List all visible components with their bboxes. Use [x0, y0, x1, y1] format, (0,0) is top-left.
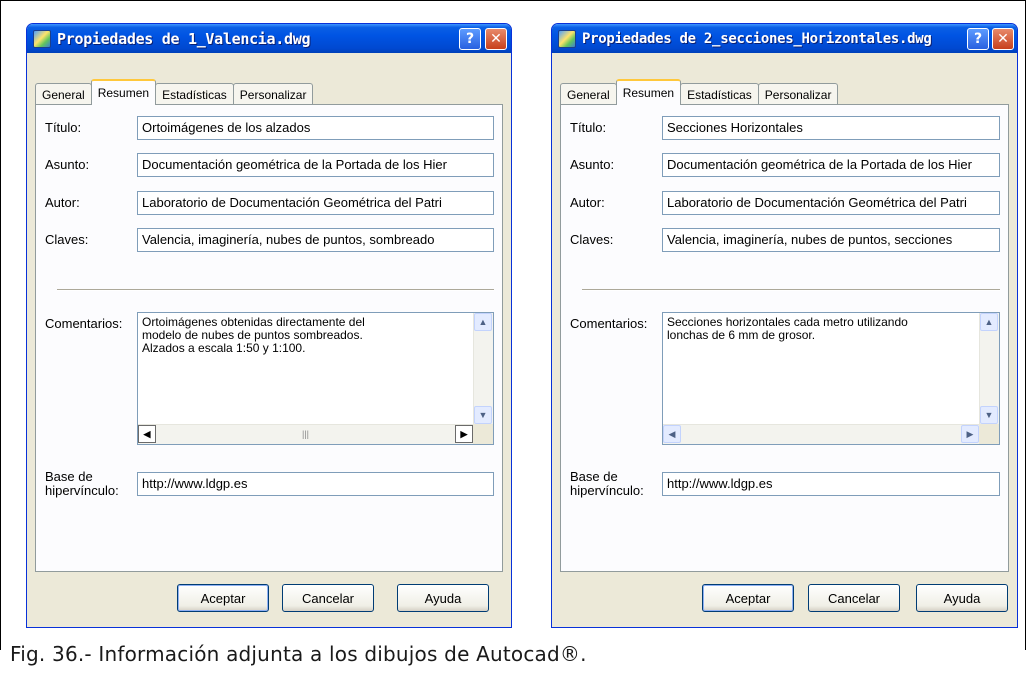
author-label: Autor:	[45, 195, 80, 210]
scroll-up-icon[interactable]: ▲	[474, 313, 492, 331]
tab-estadisticas[interactable]: Estadísticas	[155, 83, 234, 105]
tab-resumen[interactable]: Resumen	[615, 79, 682, 105]
hyperlink-base-label: Base de hipervínculo:	[45, 469, 119, 498]
keywords-field[interactable]: Valencia, imaginería, nubes de puntos, s…	[662, 228, 1000, 252]
figure-caption: Fig. 36.- Información adjunta a los dibu…	[10, 642, 587, 666]
help-icon[interactable]: ?	[459, 28, 481, 50]
comments-textarea[interactable]: Secciones horizontales cada metro utiliz…	[662, 312, 1000, 445]
tab-general[interactable]: General	[560, 83, 617, 105]
scroll-corner	[473, 424, 493, 444]
resumen-panel: Título: Secciones Horizontales Asunto: D…	[560, 104, 1009, 572]
subject-field[interactable]: Documentación geométrica de la Portada d…	[662, 153, 1000, 177]
help-button[interactable]: Ayuda	[916, 584, 1008, 612]
keywords-label: Claves:	[45, 232, 89, 247]
properties-dialog-1: Propiedades de 1_Valencia.dwg ? ✕ Genera…	[26, 23, 512, 628]
author-field[interactable]: Laboratorio de Documentación Geométrica …	[662, 191, 1000, 215]
hyperlink-base-label: Base de hipervínculo:	[570, 469, 644, 498]
subject-label: Asunto:	[570, 157, 615, 172]
tab-estadisticas[interactable]: Estadísticas	[680, 83, 759, 105]
properties-dialog-2: Propiedades de 2_secciones_Horizontales.…	[551, 23, 1018, 628]
keywords-label: Claves:	[570, 232, 614, 247]
scroll-corner	[979, 424, 999, 444]
dialog-title: Propiedades de 1_Valencia.dwg	[57, 29, 311, 48]
scroll-down-icon[interactable]: ▼	[474, 406, 492, 424]
title-bar[interactable]: Propiedades de 1_Valencia.dwg ? ✕	[27, 24, 511, 53]
keywords-field[interactable]: Valencia, imaginería, nubes de puntos, s…	[137, 228, 494, 252]
comments-text: Secciones horizontales cada metro utiliz…	[667, 315, 908, 342]
close-icon[interactable]: ✕	[992, 28, 1014, 50]
scroll-down-icon[interactable]: ▼	[980, 406, 998, 424]
title-label: Título:	[45, 120, 82, 135]
help-icon[interactable]: ?	[967, 28, 989, 50]
author-label: Autor:	[570, 195, 605, 210]
resumen-panel: Título: Ortoimágenes de los alzados Asun…	[35, 104, 503, 572]
subject-field[interactable]: Documentación geométrica de la Portada d…	[137, 153, 494, 177]
scroll-right-icon[interactable]: ▶	[961, 425, 979, 443]
hyperlink-base-field[interactable]: http://www.ldgp.es	[137, 472, 494, 496]
scroll-thumb-grip[interactable]: |||	[302, 429, 309, 439]
vertical-scrollbar[interactable]: ▲ ▼	[473, 313, 493, 424]
title-field[interactable]: Ortoimágenes de los alzados	[137, 116, 494, 140]
tab-general[interactable]: General	[35, 83, 92, 105]
title-label: Título:	[570, 120, 607, 135]
cancel-button[interactable]: Cancelar	[282, 584, 374, 612]
title-bar[interactable]: Propiedades de 2_secciones_Horizontales.…	[552, 24, 1017, 53]
autocad-app-icon	[33, 29, 51, 48]
comments-text: Ortoimágenes obtenidas directamente del …	[142, 315, 365, 355]
scroll-left-icon[interactable]: ◀	[663, 425, 681, 443]
tab-personalizar[interactable]: Personalizar	[757, 83, 839, 105]
scroll-up-icon[interactable]: ▲	[980, 313, 998, 331]
autocad-app-icon	[558, 29, 576, 48]
scroll-left-icon[interactable]: ◀	[138, 425, 156, 443]
dialog-title: Propiedades de 2_secciones_Horizontales.…	[582, 30, 932, 47]
tab-personalizar[interactable]: Personalizar	[232, 83, 314, 105]
author-field[interactable]: Laboratorio de Documentación Geométrica …	[137, 191, 494, 215]
horizontal-scrollbar[interactable]: ◀ ▶	[663, 424, 979, 444]
separator	[582, 289, 1000, 291]
subject-label: Asunto:	[45, 157, 90, 172]
title-field[interactable]: Secciones Horizontales	[662, 116, 1000, 140]
ok-button[interactable]: Aceptar	[702, 584, 794, 612]
ok-button[interactable]: Aceptar	[177, 584, 269, 612]
cancel-button[interactable]: Cancelar	[808, 584, 900, 612]
comments-label: Comentarios:	[45, 316, 123, 331]
tab-resumen[interactable]: Resumen	[90, 79, 157, 105]
horizontal-scrollbar[interactable]: ◀ ||| ▶	[138, 424, 473, 444]
vertical-scrollbar[interactable]: ▲ ▼	[979, 313, 999, 424]
hyperlink-base-field[interactable]: http://www.ldgp.es	[662, 472, 1000, 496]
comments-label: Comentarios:	[570, 316, 648, 331]
tab-strip: General Resumen Estadísticas Personaliza…	[560, 79, 839, 105]
close-icon[interactable]: ✕	[485, 28, 507, 50]
scroll-right-icon[interactable]: ▶	[455, 425, 473, 443]
separator	[57, 289, 494, 291]
comments-textarea[interactable]: Ortoimágenes obtenidas directamente del …	[137, 312, 494, 445]
help-button[interactable]: Ayuda	[397, 584, 489, 612]
tab-strip: General Resumen Estadísticas Personaliza…	[35, 79, 314, 105]
